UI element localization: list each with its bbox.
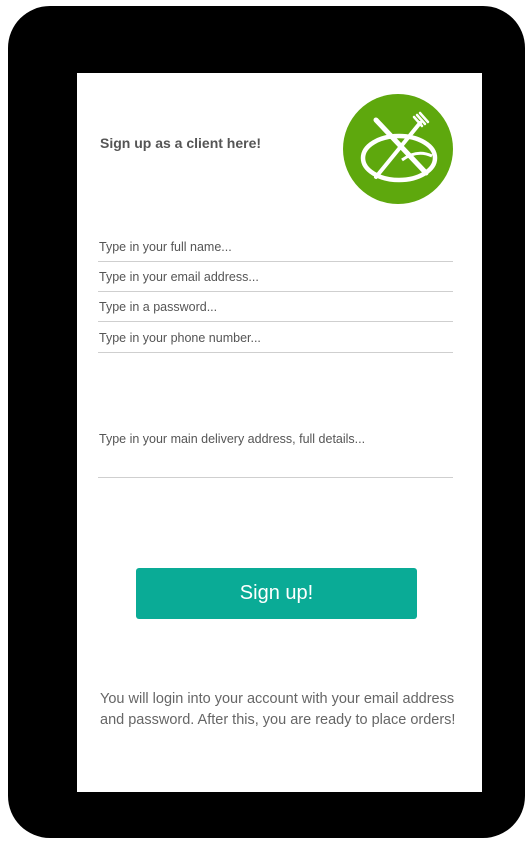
password-field[interactable] [98, 293, 453, 322]
signup-button[interactable]: Sign up! [136, 568, 417, 619]
device-frame: Sign up as a client here! Sign up! You w… [8, 6, 525, 838]
phone-field[interactable] [98, 324, 453, 353]
full-name-field[interactable] [98, 233, 453, 262]
signup-screen: Sign up as a client here! Sign up! You w… [77, 73, 482, 792]
plate-fork-knife-icon [343, 94, 453, 204]
delivery-address-field[interactable] [98, 424, 453, 478]
login-info-text: You will login into your account with yo… [100, 691, 456, 728]
page-title: Sign up as a client here! [100, 135, 262, 151]
email-field[interactable] [98, 263, 453, 292]
